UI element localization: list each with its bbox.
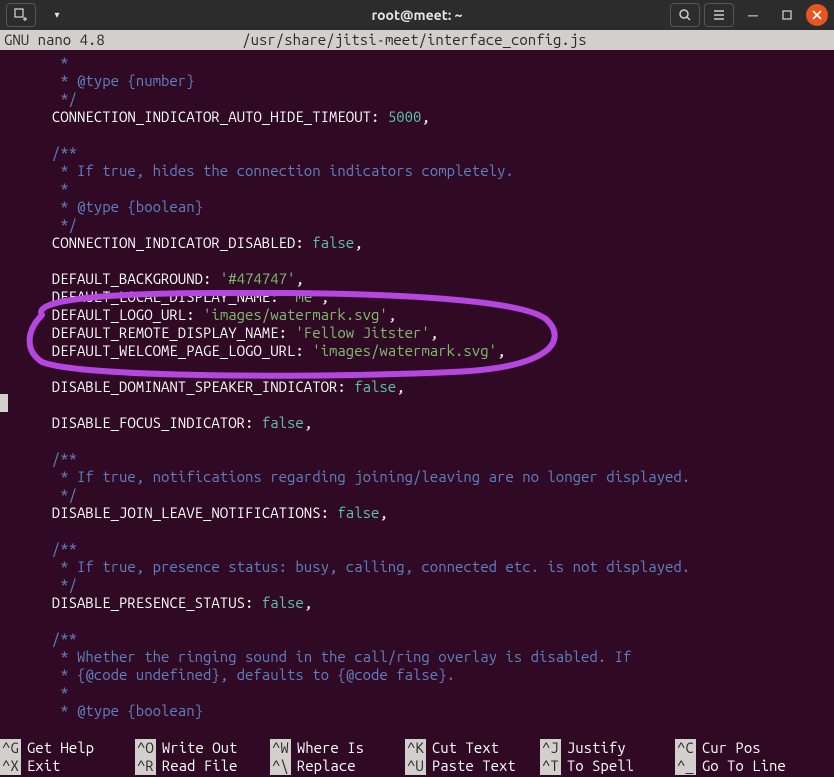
close-icon	[812, 10, 822, 20]
search-icon	[678, 8, 692, 22]
maximize-icon	[782, 10, 792, 20]
editor-content[interactable]: * * @type {number} */ CONNECTION_INDICAT…	[0, 50, 834, 738]
shortcut-readfile[interactable]: ^RRead File	[135, 757, 270, 775]
shortcut-help[interactable]: ^GGet Help	[0, 739, 135, 757]
file-path: /usr/share/jitsi-meet/interface_config.j…	[0, 30, 830, 50]
search-button[interactable]	[670, 3, 700, 27]
shortcut-curpos[interactable]: ^CCur Pos	[675, 739, 810, 757]
hamburger-icon	[712, 8, 726, 22]
shortcut-row-2: ^XExit ^RRead File ^\Replace ^UPaste Tex…	[0, 757, 834, 775]
shortcut-cut[interactable]: ^KCut Text	[405, 739, 540, 757]
shortcut-row-1: ^GGet Help ^OWrite Out ^WWhere Is ^KCut …	[0, 739, 834, 757]
window-titlebar: ▾ root@meet: ~ ─	[0, 0, 834, 30]
shortcut-justify[interactable]: ^JJustify	[540, 739, 675, 757]
terminal-newtab-icon	[14, 8, 28, 22]
nano-shortcut-bar: ^GGet Help ^OWrite Out ^WWhere Is ^KCut …	[0, 739, 834, 777]
menu-button[interactable]	[704, 3, 734, 27]
shortcut-spell[interactable]: ^TTo Spell	[540, 757, 675, 775]
shortcut-replace[interactable]: ^\Replace	[270, 757, 405, 775]
window-title: root@meet: ~	[206, 7, 628, 23]
shortcut-exit[interactable]: ^XExit	[0, 757, 135, 775]
cursor-indicator	[0, 394, 8, 412]
window-minimize[interactable]: ─	[738, 3, 768, 27]
new-tab-button[interactable]	[6, 3, 36, 27]
nano-header: GNU nano 4.8 /usr/share/jitsi-meet/inter…	[0, 30, 834, 50]
window-maximize[interactable]	[772, 3, 802, 27]
shortcut-writeout[interactable]: ^OWrite Out	[135, 739, 270, 757]
titlebar-dropdown[interactable]: ▾	[42, 3, 72, 27]
window-close[interactable]	[806, 4, 828, 26]
shortcut-paste[interactable]: ^UPaste Text	[405, 757, 540, 775]
shortcut-whereis[interactable]: ^WWhere Is	[270, 739, 405, 757]
shortcut-gotoline[interactable]: ^_Go To Line	[675, 757, 810, 775]
